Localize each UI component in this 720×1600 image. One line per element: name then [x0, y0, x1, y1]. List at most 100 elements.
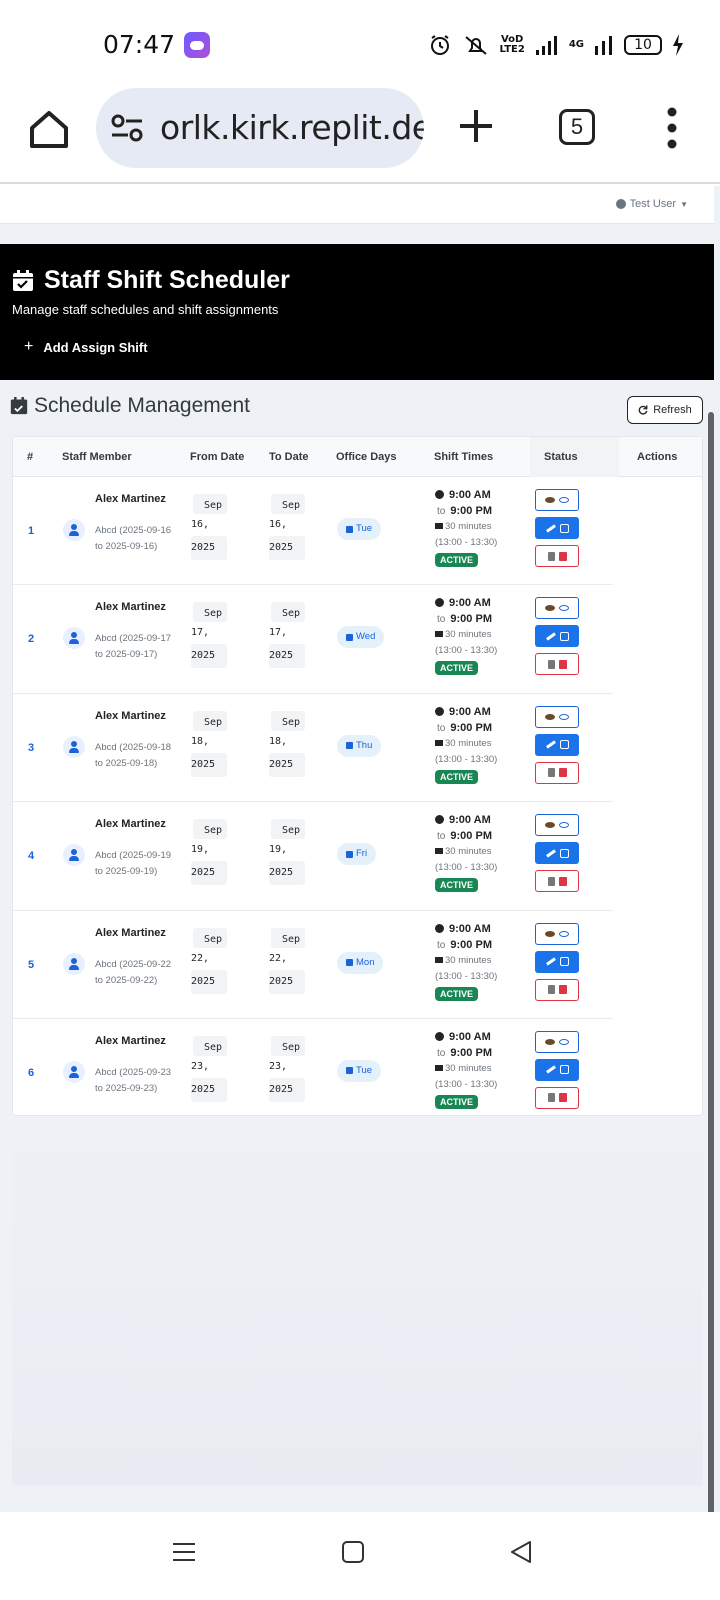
- shift-end: 9:00 PM: [450, 938, 492, 951]
- edit-button[interactable]: [535, 733, 579, 756]
- wastebasket-icon: [547, 985, 555, 995]
- status-bar: 07:47 VoD LTE2 4G 10: [0, 0, 720, 88]
- alarm-icon: [430, 35, 449, 55]
- to-date-year: 2025: [269, 752, 305, 777]
- hero-header: Staff Shift Scheduler Manage staff sched…: [0, 244, 714, 380]
- calendar-icon: [346, 959, 353, 967]
- system-nav-bar: [0, 1512, 720, 1600]
- delete-button[interactable]: [535, 653, 579, 676]
- eye-emoji-icon: [545, 822, 555, 829]
- view-button[interactable]: [535, 705, 579, 728]
- shift-times: 9:00 AM to 9:00 PM 30 minutes (13:00 - 13:3…: [435, 921, 525, 1001]
- view-button[interactable]: [535, 489, 579, 511]
- staff-name: Alex Martinez: [95, 493, 166, 505]
- row-number: 4: [28, 850, 35, 863]
- section-title: Schedule Management: [10, 394, 250, 418]
- to-date-day: 19,: [269, 844, 288, 856]
- view-button[interactable]: [535, 922, 579, 945]
- home-nav-icon[interactable]: [341, 1540, 365, 1564]
- shift-to-label: to: [437, 506, 446, 517]
- from-date-month: Sep: [193, 927, 227, 948]
- page-title-text: Staff Shift Scheduler: [44, 266, 290, 294]
- delete-button[interactable]: [535, 978, 579, 1001]
- shift-times: 9:00 AM to 9:00 PM 30 minutes (13:00 - 13:3…: [435, 1029, 525, 1109]
- view-button[interactable]: [535, 1030, 579, 1053]
- more-menu-icon[interactable]: [664, 106, 680, 150]
- wastebasket-icon: [547, 659, 555, 669]
- staff-note: Abcd (2025-09-23 to 2025-09-23): [95, 1066, 172, 1094]
- break-duration: 30 minutes: [445, 1062, 492, 1074]
- edit-button[interactable]: [535, 625, 579, 648]
- url-text[interactable]: orlk.kirk.replit.dev: [160, 108, 424, 147]
- shift-end: 9:00 PM: [450, 830, 492, 843]
- edit-button[interactable]: [535, 842, 579, 865]
- site-settings-icon[interactable]: [110, 112, 144, 144]
- to-date-day: 23,: [269, 1060, 288, 1072]
- from-date-day: 16,: [191, 519, 210, 530]
- wastebasket-icon: [547, 551, 555, 561]
- from-date-month: Sep: [193, 494, 227, 514]
- calendar-icon: [346, 1067, 353, 1075]
- browser-toolbar: orlk.kirk.replit.dev 5: [0, 88, 720, 184]
- refresh-button[interactable]: Refresh: [627, 396, 703, 424]
- from-date-month: Sep: [193, 819, 227, 840]
- office-day-badge: Tue: [337, 518, 382, 540]
- address-bar[interactable]: orlk.kirk.replit.dev: [96, 88, 424, 168]
- home-icon[interactable]: [26, 106, 72, 152]
- add-assign-shift-button[interactable]: + Add Assign Shift: [24, 338, 148, 356]
- delete-button[interactable]: [535, 870, 579, 893]
- edit-button[interactable]: [535, 517, 579, 539]
- top-navbar: Test User ▼: [0, 186, 714, 224]
- col-staff-member: Staff Member: [62, 451, 132, 463]
- coffee-icon: [435, 739, 443, 746]
- edit-button[interactable]: [535, 1058, 579, 1081]
- delete-button[interactable]: [535, 1086, 579, 1109]
- break-duration: 30 minutes: [445, 737, 492, 749]
- user-menu[interactable]: Test User ▼: [615, 198, 688, 210]
- shift-times: 9:00 AM to 9:00 PM 30 minutes (13:00 - 13:3…: [435, 704, 525, 784]
- clock-icon: [435, 706, 444, 716]
- table-row: 2 Alex Martinez Abcd (2025-09-17 to 2025-0…: [13, 585, 613, 694]
- coffee-icon: [435, 848, 443, 855]
- pencil-icon: [545, 957, 556, 966]
- edit-icon: [559, 631, 569, 641]
- calendar-icon: [346, 742, 353, 750]
- view-button[interactable]: [535, 814, 579, 837]
- row-number: 2: [28, 633, 35, 646]
- calendar-check-icon: [10, 397, 28, 415]
- tab-switcher-button[interactable]: 5: [559, 109, 595, 145]
- pencil-icon: [545, 849, 556, 858]
- office-day-badge: Wed: [337, 626, 385, 649]
- back-nav-icon[interactable]: [509, 1540, 533, 1564]
- status-time: 07:47: [103, 30, 176, 59]
- from-date-year: 2025: [191, 752, 227, 777]
- eye-icon: [559, 497, 569, 503]
- user-avatar-icon: [63, 519, 85, 541]
- scrollbar[interactable]: [708, 412, 714, 1512]
- charging-icon: [673, 34, 683, 56]
- from-date-day: 19,: [191, 844, 210, 856]
- row-number: 6: [28, 1066, 35, 1079]
- break-duration: 30 minutes: [445, 521, 492, 532]
- add-assign-shift-label: Add Assign Shift: [43, 339, 148, 355]
- row-number: 5: [28, 958, 35, 971]
- user-avatar-icon: [63, 735, 85, 758]
- shift-start: 9:00 AM: [449, 1030, 491, 1043]
- edit-button[interactable]: [535, 950, 579, 973]
- shift-to-label: to: [437, 722, 446, 734]
- from-date-day: 17,: [191, 627, 210, 639]
- delete-button[interactable]: [535, 761, 579, 784]
- new-tab-icon[interactable]: [454, 104, 498, 148]
- section-title-text: Schedule Management: [34, 394, 250, 417]
- trash-icon: [558, 1093, 567, 1103]
- view-button[interactable]: [535, 597, 579, 620]
- break-duration: 30 minutes: [445, 954, 492, 966]
- shift-to-label: to: [437, 614, 446, 626]
- menu-nav-icon[interactable]: [172, 1540, 196, 1564]
- delete-button[interactable]: [535, 545, 579, 567]
- to-date-month: Sep: [271, 602, 305, 623]
- calendar-icon: [346, 850, 353, 858]
- from-date-day: 18,: [191, 735, 210, 747]
- staff-note: Abcd (2025-09-16 to 2025-09-16): [95, 525, 172, 552]
- break-time: (13:00 - 13:30): [435, 862, 498, 874]
